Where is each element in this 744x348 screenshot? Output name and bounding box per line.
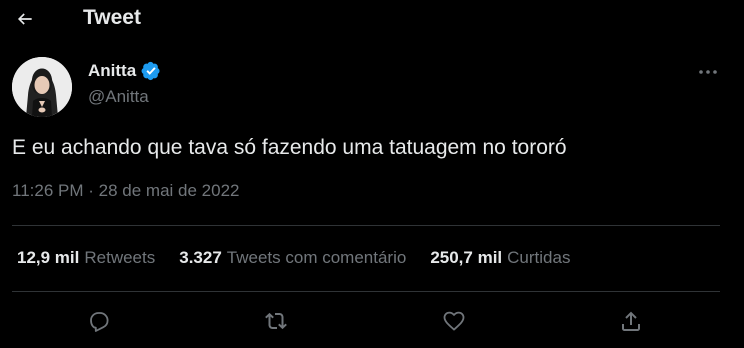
stat-retweets-value: 12,9 mil: [17, 248, 80, 267]
back-button[interactable]: [10, 4, 40, 34]
stat-retweets-label: Retweets: [84, 248, 156, 267]
more-options-button[interactable]: [694, 60, 722, 84]
tweet-time[interactable]: 11:26 PM: [12, 181, 84, 200]
retweet-icon: [264, 309, 288, 333]
avatar[interactable]: [12, 57, 72, 117]
author-handle[interactable]: @Anitta: [88, 87, 149, 107]
engagement-stats: 12,9 mil Retweets 3.327 Tweets com comen…: [17, 248, 570, 268]
tweet-text: E eu achando que tava só fazendo uma tat…: [12, 136, 567, 159]
like-icon: [442, 309, 466, 333]
reply-icon: [87, 309, 111, 333]
profile-photo: [12, 57, 72, 117]
tweet-date[interactable]: 28 de mai de 2022: [99, 181, 240, 200]
stat-quote-tweets-value: 3.327: [179, 248, 222, 267]
retweet-button[interactable]: [261, 306, 291, 336]
reply-button[interactable]: [84, 306, 114, 336]
divider: [12, 225, 720, 226]
arrow-left-icon: [15, 9, 35, 29]
stat-retweets[interactable]: 12,9 mil Retweets: [17, 248, 155, 268]
stat-likes-label: Curtidas: [507, 248, 571, 267]
stat-likes[interactable]: 250,7 mil Curtidas: [430, 248, 570, 268]
tweet-timestamp: 11:26 PM · 28 de mai de 2022: [12, 181, 240, 201]
like-button[interactable]: [439, 306, 469, 336]
meta-separator: ·: [88, 181, 94, 200]
author-name: Anitta: [88, 61, 137, 80]
author-name-row[interactable]: Anitta: [88, 61, 161, 81]
share-icon: [619, 309, 643, 333]
verified-badge-icon: [141, 61, 161, 81]
stat-quote-tweets-label: Tweets com comentário: [226, 248, 407, 267]
stat-likes-value: 250,7 mil: [430, 248, 503, 267]
share-button[interactable]: [616, 306, 646, 336]
divider: [12, 291, 720, 292]
stat-quote-tweets[interactable]: 3.327 Tweets com comentário: [179, 248, 406, 268]
top-bar: Tweet: [0, 0, 744, 36]
more-icon: [698, 69, 718, 75]
page-title: Tweet: [83, 6, 141, 29]
